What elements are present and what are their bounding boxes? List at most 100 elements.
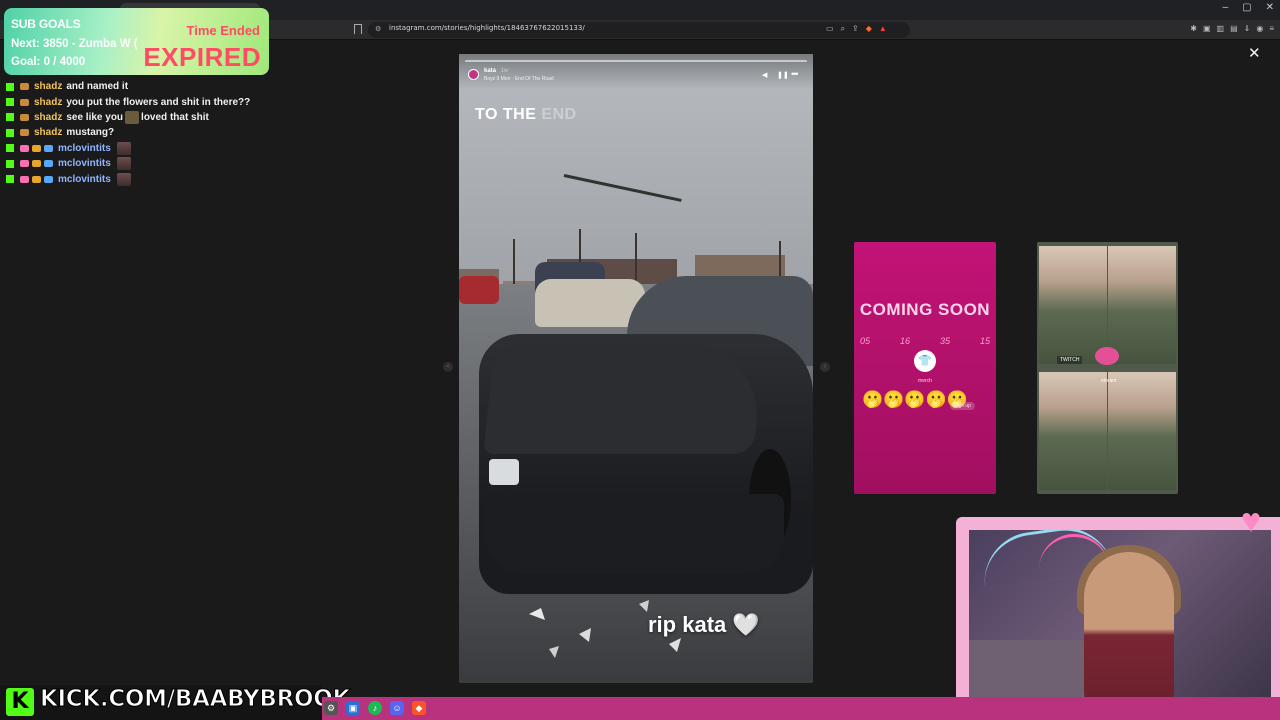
next-story-icon[interactable]: › [820, 362, 830, 372]
sub-badge-icon [20, 98, 29, 106]
story-preview-stream[interactable]: TWITCH stream [1037, 242, 1178, 494]
kick-badge-icon [6, 175, 14, 184]
sub-goals-time-ended: Time Ended [186, 23, 260, 38]
story-avatar[interactable] [468, 69, 479, 80]
chat-message: mclovintits [6, 141, 306, 156]
bookmark-icon[interactable] [354, 24, 362, 34]
heart-icon: ♥ [1240, 502, 1262, 540]
story-overlay-text: TO THE END [475, 106, 577, 124]
maximize-icon[interactable]: ▢ [1242, 2, 1251, 13]
chat-message: shadz and named it [6, 79, 306, 94]
more-options-icon[interactable]: ••• [791, 69, 799, 79]
chat-text-continued: loved that shit [141, 111, 209, 123]
preview-photo [1108, 372, 1176, 490]
sub-badge-icon [20, 113, 29, 121]
emote-icon [125, 110, 140, 124]
close-icon[interactable]: ✕ [1248, 46, 1261, 62]
chat-message: shadz you put the flowers and shit in th… [6, 94, 306, 109]
brave-rewards-icon[interactable]: ▲ [879, 24, 887, 34]
chat-username: shadz [34, 81, 63, 93]
webcam-streamer [1084, 552, 1174, 710]
cast-icon[interactable]: ▭ [826, 24, 834, 34]
countdown-minutes: 35 [939, 336, 950, 346]
stream-label: stream [1101, 378, 1117, 384]
brave-icon[interactable]: ◆ [412, 701, 426, 715]
chat-username: mclovintits [58, 142, 111, 154]
chat-username: mclovintits [58, 158, 111, 170]
twitch-label: TWITCH [1057, 356, 1083, 364]
chat-text: see like you [66, 111, 124, 123]
crown-badge-icon [32, 160, 41, 168]
taskbar [322, 697, 1280, 720]
sword-badge-icon [44, 144, 53, 152]
address-bar-actions: ▭ ⌕ ⇪ ◆ ▲ [826, 24, 887, 34]
vpn-icon[interactable]: ◉ [1256, 24, 1263, 33]
chat-message: shadz mustang? [6, 125, 306, 140]
zoom-icon[interactable]: ⌕ [841, 24, 845, 34]
chat-message: mclovintits [6, 171, 306, 186]
story-overlay-text-2: END [541, 106, 577, 123]
app-icon[interactable]: ▣ [346, 701, 360, 715]
brave-shield-icon[interactable]: ◆ [866, 24, 872, 34]
chat-username: shadz [34, 127, 63, 139]
window-close-icon[interactable]: ✕ [1266, 2, 1274, 13]
discord-icon[interactable]: ☺ [390, 701, 404, 715]
story-header: kata 1w Boyz II Men · End Of The Road ◀ … [459, 54, 813, 90]
kick-badge-icon [6, 159, 14, 168]
sidebar-icon[interactable]: ▥ [1217, 24, 1225, 33]
downloads-icon[interactable]: ⇓ [1244, 24, 1251, 33]
story-caption-text: rip kata [648, 612, 727, 637]
site-info-icon[interactable]: ⚙ [375, 26, 383, 34]
extensions-icon[interactable]: ✱ [1190, 24, 1197, 33]
url-text[interactable]: instagram.com/stories/highlights/1846376… [389, 24, 585, 32]
previous-story-icon[interactable]: ‹ [443, 362, 453, 372]
sub-goals-next: Next: 3850 - Zumba W ( [11, 38, 138, 50]
chat-username: mclovintits [58, 173, 111, 185]
webcam-feed [969, 530, 1271, 710]
settings-icon[interactable]: ⚙ [324, 701, 338, 715]
kick-badge-icon [6, 98, 14, 107]
menu-icon[interactable]: ≡ [1269, 24, 1274, 33]
preview-photo [1039, 246, 1107, 364]
sub-goals-goal: Goal: 0 / 4000 [11, 56, 86, 68]
pause-icon[interactable]: ❚❚ [777, 71, 789, 79]
sub-badge-icon [20, 83, 29, 91]
story-song[interactable]: Boyz II Men · End Of The Road [484, 76, 554, 82]
story-username[interactable]: kata 1w [484, 68, 508, 74]
toolbar-icons: ✱ ▣ ▥ ▤ ⇓ ◉ ≡ [1190, 24, 1274, 33]
preview-photo [1039, 372, 1107, 490]
story-username-text[interactable]: kata [484, 68, 496, 74]
chat-username: shadz [34, 96, 63, 108]
sub-goals-title: SUB GOALS [11, 17, 81, 31]
emote-icon [116, 157, 131, 171]
white-heart-icon: 🤍 [732, 612, 760, 637]
story-overlay-text-1: TO THE [475, 106, 537, 123]
sticker-icon [1095, 347, 1119, 365]
kick-logo-icon: K [6, 688, 34, 716]
kick-badge-icon [6, 113, 14, 122]
wrecked-car-headlight [489, 459, 519, 485]
story-caption: rip kata 🤍 [648, 612, 760, 638]
crown-badge-icon [32, 144, 41, 152]
kick-badge-icon [6, 82, 14, 91]
chat-text: and named it [66, 81, 129, 93]
tab-search-icon[interactable]: ▤ [1230, 24, 1238, 33]
story-frame[interactable]: kata 1w Boyz II Men · End Of The Road ◀ … [459, 54, 813, 683]
emote-icon [116, 172, 131, 186]
screen: – ▢ ✕ ⚙ instagram.com/stories/highlights… [0, 0, 1280, 720]
minimize-icon[interactable]: – [1223, 2, 1229, 13]
share-icon[interactable]: ⇪ [852, 24, 859, 34]
story-preview-coming-soon[interactable]: COMING SOON 05 16 35 15 👕 merch 🫢🫢🫢🫢🫢 Si… [854, 242, 996, 494]
chat-text: you put the flowers and shit in there?? [66, 96, 251, 108]
chat-message: mclovintits [6, 156, 306, 171]
spotify-icon[interactable]: ♪ [368, 701, 382, 715]
mute-icon[interactable]: ◀ [762, 71, 767, 79]
preview-photo [1108, 246, 1176, 364]
wrecked-car-bumper [484, 494, 784, 574]
kick-badge-icon [6, 128, 14, 137]
taskbar-icons: ⚙ ▣ ♪ ☺ ◆ [324, 701, 426, 715]
sword-badge-icon [44, 160, 53, 168]
crown-badge-icon [32, 175, 41, 183]
countdown-days: 05 [860, 336, 871, 346]
wallet-icon[interactable]: ▣ [1203, 24, 1211, 33]
